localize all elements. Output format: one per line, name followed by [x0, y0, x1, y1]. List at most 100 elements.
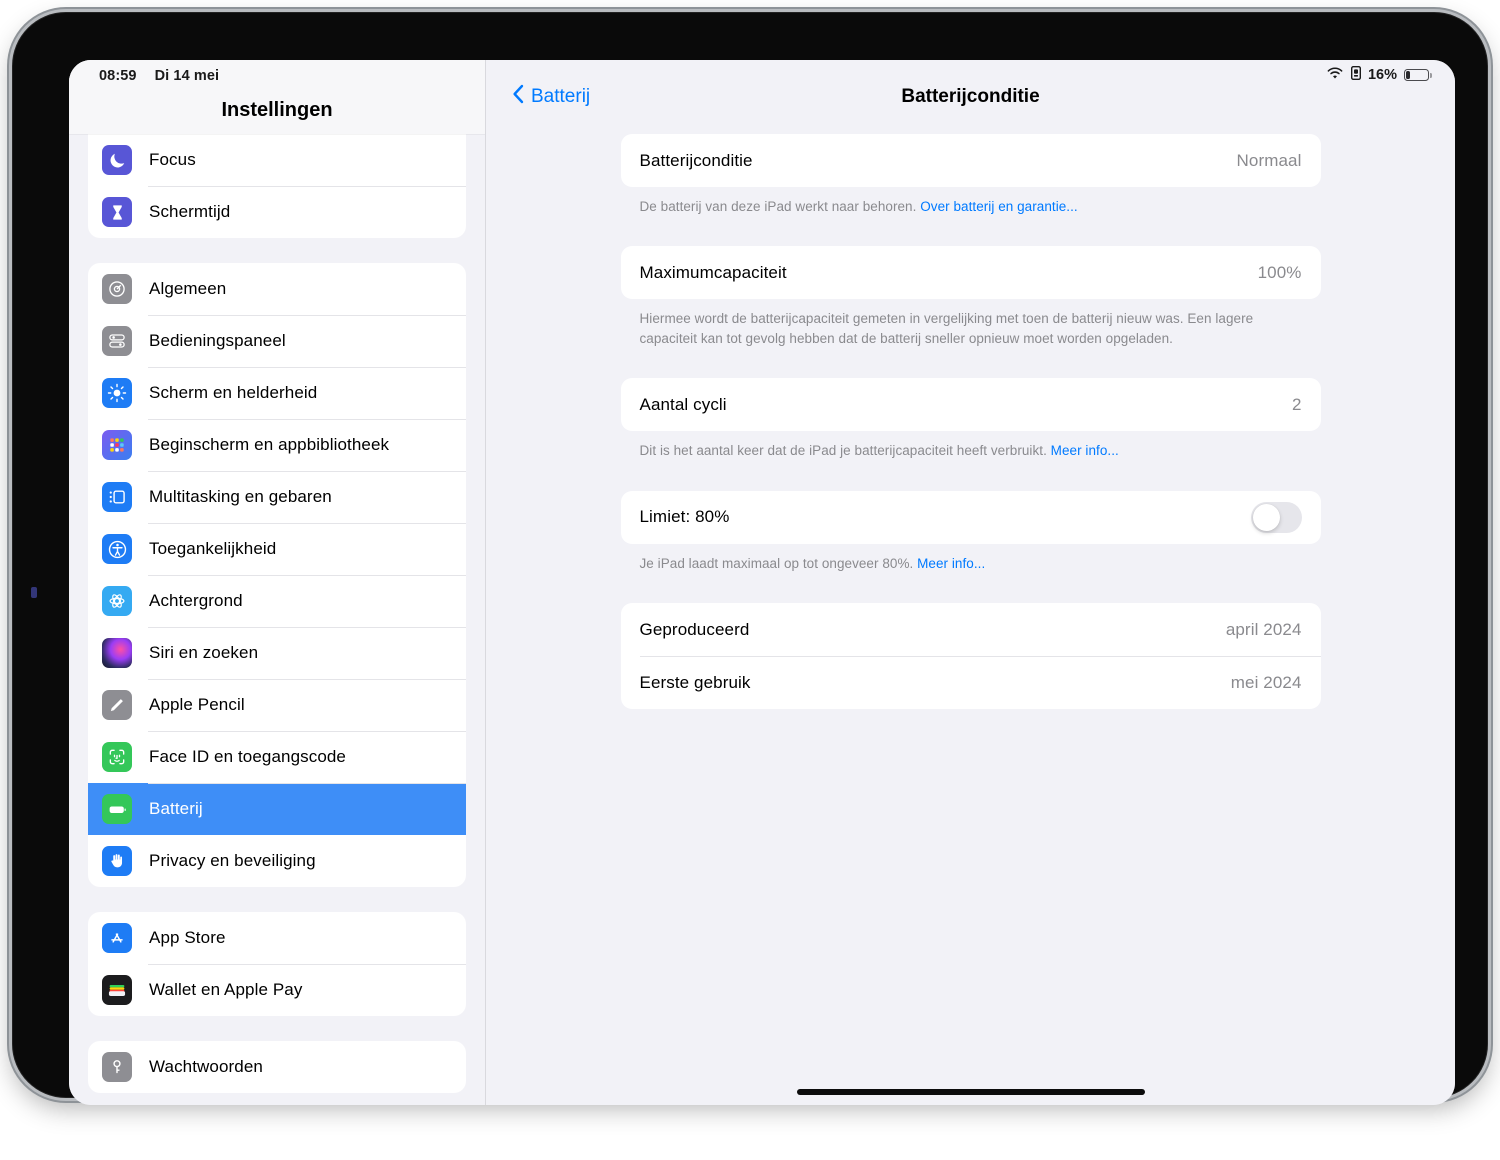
battery-dates-card: Geproduceerd april 2024 Eerste gebruik m…: [620, 603, 1321, 710]
battery-health-label: Batterijconditie: [639, 150, 753, 170]
app-grid-icon: [102, 430, 132, 460]
status-bar-date: Di 14 mei: [154, 68, 220, 84]
sidebar-item-label: Wallet en Apple Pay: [149, 980, 303, 999]
sidebar-item-face-id[interactable]: Face ID en toegangscode: [88, 731, 466, 783]
app-store-icon: [102, 923, 132, 953]
sidebar-item-label: Scherm en helderheid: [149, 383, 318, 402]
sidebar-item-label: Siri en zoeken: [149, 643, 259, 662]
cycle-count-more-info-link[interactable]: Meer info...: [1051, 443, 1119, 458]
charge-limit-more-info-link[interactable]: Meer info...: [917, 556, 985, 571]
ipad-screen: 08:59 Di 14 mei Instellingen Focus Scher…: [69, 60, 1455, 1105]
battery-health-footnote: De batterij van deze iPad werkt naar beh…: [621, 187, 1321, 216]
sidebar-item-wachtwoorden[interactable]: Wachtwoorden: [88, 1041, 466, 1093]
toggle-knob: [1252, 503, 1280, 531]
sidebar-item-beginscherm[interactable]: Beginscherm en appbibliotheek: [88, 419, 466, 471]
brightness-icon: [102, 378, 132, 408]
first-use-label: Eerste gebruik: [639, 672, 751, 692]
sidebar-item-scherm-en-helderheid[interactable]: Scherm en helderheid: [88, 367, 466, 419]
sidebar-item-label: Focus: [149, 150, 196, 169]
sidebar-item-siri-en-zoeken[interactable]: Siri en zoeken: [88, 627, 466, 679]
battery-icon: [102, 794, 132, 824]
max-capacity-label: Maximumcapaciteit: [639, 262, 787, 282]
device-frame: 08:59 Di 14 mei Instellingen Focus Scher…: [12, 12, 1488, 1105]
cycle-count-row[interactable]: Aantal cycli 2: [621, 378, 1321, 431]
sidebar-item-bedieningspaneel[interactable]: Bedieningspaneel: [88, 315, 466, 367]
sidebar-item-label: Face ID en toegangscode: [149, 747, 346, 766]
max-capacity-row[interactable]: Maximumcapaciteit 100%: [621, 246, 1321, 299]
battery-health-row[interactable]: Batterijconditie Normaal: [621, 134, 1321, 187]
sidebar-title: Instellingen: [69, 86, 485, 134]
sidebar-item-schermtijd[interactable]: Schermtijd: [88, 186, 466, 238]
content-scroll-area[interactable]: Batterijconditie Normaal De batterij van…: [486, 134, 1455, 1105]
sidebar-item-apple-pencil[interactable]: Apple Pencil: [88, 679, 466, 731]
sidebar-item-algemeen[interactable]: Algemeen: [88, 263, 466, 315]
sidebar-item-privacy[interactable]: Privacy en beveiliging: [88, 835, 466, 887]
cycle-count-footnote: Dit is het aantal keer dat de iPad je ba…: [621, 431, 1321, 460]
face-id-icon: [102, 742, 132, 772]
hand-icon: [102, 846, 132, 876]
back-button-label: Batterij: [531, 86, 591, 107]
charge-limit-card: Limiet: 80%: [620, 490, 1321, 544]
charge-limit-footnote-text: Je iPad laadt maximaal op tot ongeveer 8…: [639, 555, 918, 571]
sidebar-group-1: Focus Schermtijd: [88, 134, 466, 238]
battery-lock-icon: [1350, 65, 1361, 84]
battery-warranty-link[interactable]: Over batterij en garantie...: [920, 199, 1077, 214]
side-led-indicator: [31, 587, 37, 598]
status-bar-right: 16%: [1326, 65, 1432, 84]
sidebar-group-2: Algemeen Bedieningspaneel Scherm en held…: [88, 263, 466, 887]
sidebar-group-3: App Store Wallet en Apple Pay: [88, 912, 466, 1016]
navigation-bar: Batterij Batterijconditie: [486, 60, 1455, 134]
sidebar-item-label: Beginscherm en appbibliotheek: [149, 435, 390, 454]
home-indicator[interactable]: [796, 1089, 1145, 1095]
manufactured-row[interactable]: Geproduceerd april 2024: [621, 603, 1321, 656]
sidebar-item-label: Batterij: [149, 799, 203, 818]
charge-limit-toggle[interactable]: [1250, 501, 1302, 533]
sidebar-item-label: Achtergrond: [149, 591, 243, 610]
sidebar-item-label: Privacy en beveiliging: [149, 851, 316, 870]
first-use-row[interactable]: Eerste gebruik mei 2024: [621, 656, 1321, 709]
sidebar-item-achtergrond[interactable]: Achtergrond: [88, 575, 466, 627]
sidebar-item-label: Multitasking en gebaren: [149, 487, 332, 506]
sidebar-item-multitasking[interactable]: Multitasking en gebaren: [88, 471, 466, 523]
sidebar-item-label: Wachtwoorden: [149, 1057, 263, 1076]
sidebar-item-batterij[interactable]: Batterij: [88, 783, 466, 835]
sidebar-item-wallet[interactable]: Wallet en Apple Pay: [88, 964, 466, 1016]
wallet-icon: [102, 975, 132, 1005]
settings-sidebar: 08:59 Di 14 mei Instellingen Focus Scher…: [69, 60, 486, 1105]
sidebar-item-focus[interactable]: Focus: [88, 134, 466, 186]
sidebar-item-toegankelijkheid[interactable]: Toegankelijkheid: [88, 523, 466, 575]
sidebar-item-label: Bedieningspaneel: [149, 331, 286, 350]
page-title: Batterijconditie: [901, 86, 1040, 107]
multitasking-icon: [102, 482, 132, 512]
charge-limit-footnote: Je iPad laadt maximaal op tot ongeveer 8…: [621, 544, 1321, 573]
battery-indicator: [1404, 69, 1432, 81]
sidebar-item-label: Schermtijd: [149, 202, 231, 221]
accessibility-icon: [102, 534, 132, 564]
sidebar-item-app-store[interactable]: App Store: [88, 912, 466, 964]
content-pane: 16% Batterij Batterijconditie Batterijco…: [486, 60, 1455, 1105]
sliders-icon: [102, 326, 132, 356]
battery-health-footnote-text: De batterij van deze iPad werkt naar beh…: [639, 199, 921, 214]
charge-limit-row[interactable]: Limiet: 80%: [621, 491, 1321, 544]
sidebar-item-label: Toegankelijkheid: [149, 539, 277, 558]
cycle-count-label: Aantal cycli: [639, 394, 727, 414]
first-use-value: mei 2024: [1230, 672, 1302, 692]
cycle-count-value: 2: [1291, 394, 1302, 414]
key-icon: [102, 1052, 132, 1082]
hourglass-icon: [102, 197, 132, 227]
max-capacity-value: 100%: [1257, 262, 1302, 282]
status-bar: 08:59 Di 14 mei: [69, 60, 485, 86]
sidebar-group-4: Wachtwoorden: [88, 1041, 466, 1093]
back-button[interactable]: Batterij: [512, 84, 590, 110]
battery-health-card: Batterijconditie Normaal: [620, 134, 1321, 187]
sidebar-scroll-area[interactable]: Focus Schermtijd Algemeen Bedieningspane…: [69, 134, 485, 1105]
sidebar-item-label: Algemeen: [149, 279, 227, 298]
wallpaper-icon: [102, 586, 132, 616]
siri-icon: [102, 638, 132, 668]
wifi-icon: [1326, 67, 1344, 84]
battery-fill: [1406, 71, 1411, 79]
cycle-count-footnote-text: Dit is het aantal keer dat de iPad je ba…: [639, 443, 1051, 459]
